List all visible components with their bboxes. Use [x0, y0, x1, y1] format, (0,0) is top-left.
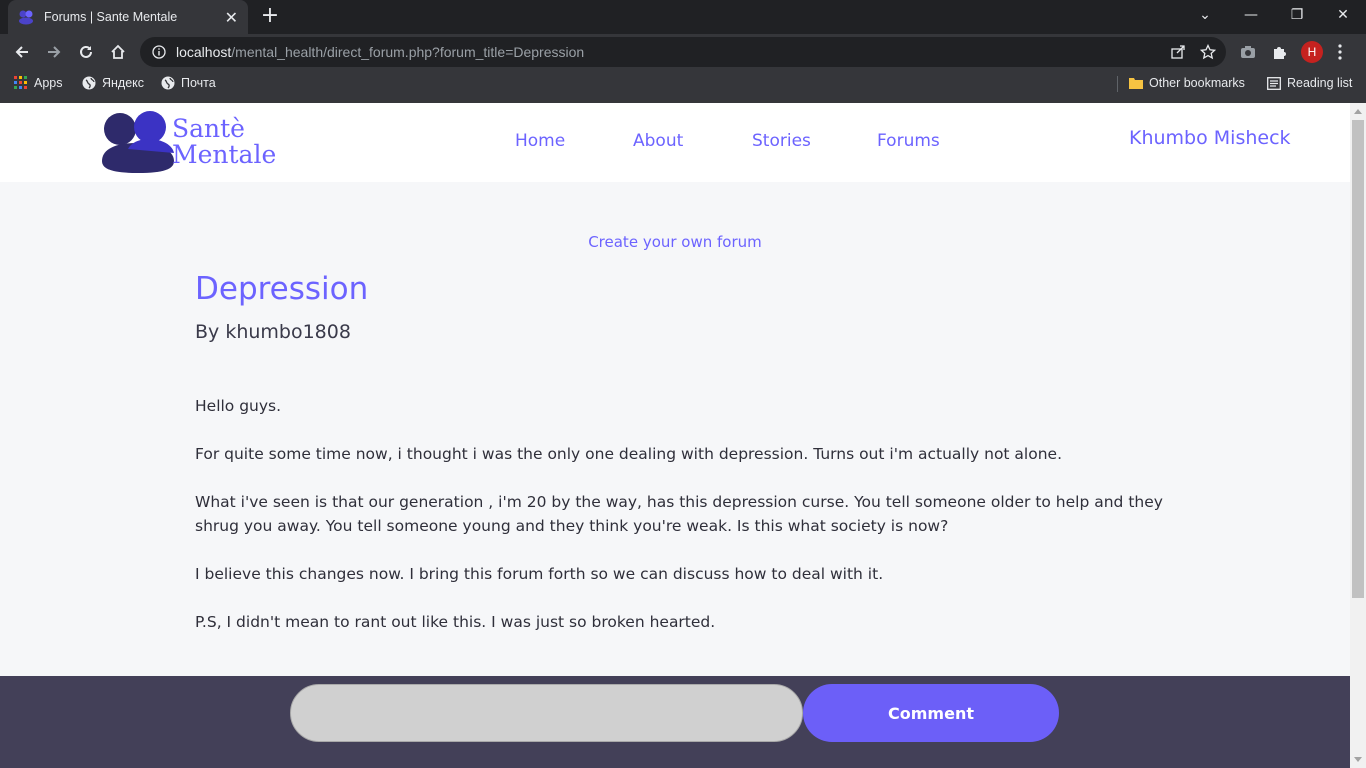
create-forum-link: Create your own forum: [0, 233, 1350, 251]
bookmark-label: Почта: [181, 76, 216, 90]
folder-icon: [1129, 78, 1143, 89]
tab-strip: Forums | Sante Mentale ✕ + ⌄ — ❐ ✕: [0, 0, 1366, 34]
user-name-link[interactable]: Khumbo Misheck: [1129, 127, 1291, 149]
comment-bar: Comment: [0, 676, 1350, 768]
tab-close-icon[interactable]: ✕: [225, 8, 238, 27]
home-icon: [111, 44, 125, 59]
tab-title: Forums | Sante Mentale: [44, 10, 178, 24]
site-favicon-icon: [19, 10, 33, 25]
screenshot-extension-button[interactable]: [1234, 38, 1262, 66]
scroll-down-icon[interactable]: [1354, 757, 1362, 762]
apps-grid-icon: [14, 76, 27, 89]
globe-icon: [161, 76, 175, 90]
bookmark-label: Apps: [34, 76, 63, 90]
back-arrow-icon: [15, 46, 28, 58]
camera-icon: [1241, 46, 1255, 58]
extensions-button[interactable]: [1266, 38, 1294, 66]
forum-paragraph: P.S, I didn't mean to rant out like this…: [195, 613, 716, 631]
nav-about[interactable]: About: [633, 131, 683, 151]
puzzle-icon: [1274, 47, 1286, 59]
forum-paragraph: Hello guys.: [195, 397, 282, 415]
active-tab[interactable]: Forums | Sante Mentale ✕: [8, 0, 248, 34]
other-bookmarks[interactable]: Other bookmarks: [1129, 76, 1245, 90]
comment-input[interactable]: [290, 684, 803, 742]
forum-paragraph: I believe this changes now. I bring this…: [195, 565, 884, 583]
bookmark-pochta[interactable]: Почта: [161, 76, 216, 90]
forward-arrow-icon: [48, 46, 61, 58]
window-close-icon[interactable]: ✕: [1320, 0, 1366, 30]
reading-list-icon: [1267, 76, 1281, 90]
scrollbar-thumb[interactable]: [1352, 120, 1364, 598]
forum-paragraph: For quite some time now, i thought i was…: [195, 445, 1063, 463]
home-button[interactable]: [104, 38, 132, 66]
url-text: localhost/mental_health/direct_forum.php…: [176, 44, 584, 60]
site-logo[interactable]: Santè Mentale: [100, 109, 295, 177]
globe-icon: [82, 76, 96, 90]
address-bar[interactable]: localhost/mental_health/direct_forum.php…: [140, 37, 1226, 67]
minimize-icon[interactable]: —: [1228, 0, 1274, 30]
reading-list-label: Reading list: [1287, 76, 1353, 90]
nav-home[interactable]: Home: [515, 131, 565, 151]
nav-forums[interactable]: Forums: [877, 131, 940, 151]
bookmark-apps[interactable]: Apps: [14, 76, 63, 90]
reload-icon: [80, 45, 92, 58]
forward-button[interactable]: [40, 38, 68, 66]
browser-chrome: Forums | Sante Mentale ✕ + ⌄ — ❐ ✕ local…: [0, 0, 1366, 103]
page-viewport: Santè Mentale Home About Stories Forums …: [0, 103, 1350, 768]
forum-author: By khumbo1808: [195, 321, 351, 343]
logo-text-santè: Santè: [172, 114, 245, 143]
restore-icon[interactable]: ❐: [1274, 0, 1320, 30]
reload-button[interactable]: [72, 38, 100, 66]
bookmarks-divider: [1117, 76, 1118, 92]
back-button[interactable]: [8, 38, 36, 66]
other-bookmarks-label: Other bookmarks: [1149, 76, 1245, 90]
reading-list[interactable]: Reading list: [1267, 76, 1352, 90]
page-scrollbar[interactable]: [1350, 103, 1366, 768]
bookmarks-bar: Apps Яндекс Почта Other bookmarks Readin…: [0, 70, 1366, 98]
site-header: Santè Mentale Home About Stories Forums …: [0, 103, 1350, 182]
nav-stories[interactable]: Stories: [752, 131, 811, 151]
scroll-up-icon[interactable]: [1354, 109, 1362, 114]
logo-text-mentale: Mentale: [172, 140, 277, 169]
url-path: /mental_health/direct_forum.php?forum_ti…: [231, 44, 585, 60]
logo-people-icon: [102, 111, 174, 173]
kebab-menu-icon: [1338, 44, 1342, 60]
site-info-icon[interactable]: [152, 45, 166, 59]
forum-body: Hello guys. For quite some time now, i t…: [195, 394, 1170, 658]
comment-button[interactable]: Comment: [803, 684, 1059, 742]
share-icon[interactable]: [1170, 44, 1186, 60]
bookmark-yandex[interactable]: Яндекс: [82, 76, 144, 90]
forum-title: Depression: [195, 271, 369, 307]
bookmark-star-icon[interactable]: [1200, 44, 1216, 60]
new-tab-button[interactable]: +: [258, 4, 282, 28]
url-host: localhost: [176, 44, 232, 60]
browser-toolbar: localhost/mental_health/direct_forum.php…: [0, 34, 1366, 70]
forum-paragraph: What i've seen is that our generation , …: [195, 493, 1163, 535]
browser-menu-button[interactable]: [1326, 38, 1354, 66]
profile-avatar[interactable]: H: [1301, 41, 1323, 63]
bookmark-label: Яндекс: [102, 76, 145, 90]
create-forum-link-text[interactable]: Create your own forum: [588, 233, 762, 251]
tab-search-icon[interactable]: ⌄: [1182, 0, 1228, 30]
